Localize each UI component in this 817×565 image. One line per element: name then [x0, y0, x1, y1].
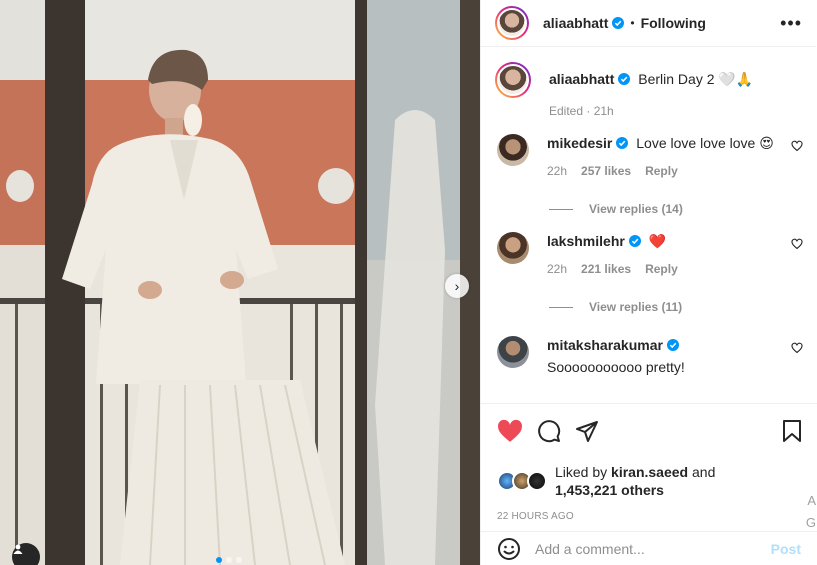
author-avatar[interactable] — [495, 6, 529, 40]
carousel-indicator — [216, 557, 242, 563]
post-header: aliaabhatt • Following ••• — [481, 0, 816, 47]
comment-username[interactable]: mitaksharakumar — [547, 337, 663, 353]
post-photo — [0, 0, 480, 565]
following-button[interactable]: Following — [641, 15, 706, 31]
post-actions: Liked by kiran.saeed and 1,453,221 other… — [481, 403, 817, 522]
comments-list: aliaabhatt Berlin Day 2 🤍🙏 Edited · 21h … — [481, 48, 817, 403]
comment-like-icon[interactable] — [791, 238, 803, 250]
edge-overflow-line: A — [807, 493, 816, 508]
chevron-right-icon: › — [454, 278, 460, 294]
verified-badge-icon — [618, 73, 631, 85]
user-tags-button[interactable] — [12, 543, 40, 565]
liker-avatar[interactable] — [527, 471, 547, 491]
comment-composer: Post — [481, 531, 817, 565]
caption: aliaabhatt Berlin Day 2 🤍🙏 Edited · 21h — [495, 62, 803, 120]
view-replies-button[interactable]: View replies (14) — [549, 202, 803, 216]
liked-by-user[interactable]: kiran.saeed — [611, 464, 688, 480]
edge-overflow-line: G — [805, 515, 816, 530]
liked-by-others[interactable]: 1,453,221 others — [555, 482, 664, 498]
replies-line — [549, 208, 573, 210]
comment-item: lakshmilehr ❤️ 22h 221 likes Reply — [497, 232, 803, 278]
share-icon[interactable] — [575, 419, 599, 443]
comment-item: mitaksharakumar Sooooooooooo pretty! — [497, 336, 803, 376]
user-tag-icon — [13, 544, 23, 554]
comment-like-icon[interactable] — [791, 342, 803, 354]
comment-time: 22h — [547, 164, 568, 178]
emoji-icon[interactable] — [497, 537, 521, 561]
comment-username[interactable]: mikedesir — [547, 135, 612, 151]
comment-time: 22h — [547, 262, 568, 276]
verified-badge-icon — [616, 137, 629, 149]
carousel-dot — [236, 557, 242, 563]
comment-item: mikedesir Love love love love 😍 22h 257 … — [497, 134, 803, 180]
post-side-panel: aliaabhatt • Following ••• aliaabhatt Be… — [480, 0, 817, 565]
author-username[interactable]: aliaabhatt — [543, 15, 608, 31]
comment-reply-button[interactable]: Reply — [645, 162, 678, 180]
comment-likes[interactable]: 221 likes — [581, 260, 631, 278]
comment-text: Love love love love 😍 — [636, 135, 774, 151]
replies-line — [549, 306, 573, 308]
more-horizontal-icon[interactable]: ••• — [780, 13, 802, 34]
comment-text: ❤️ — [648, 233, 667, 249]
comment-like-icon[interactable] — [791, 140, 803, 152]
liked-by-avatars — [497, 471, 549, 491]
bookmark-icon[interactable] — [781, 419, 803, 443]
carousel-next-button[interactable]: › — [445, 274, 469, 298]
caption-avatar[interactable] — [495, 62, 531, 98]
edge-overflow-text: A G — [804, 490, 816, 534]
liked-by-prefix: Liked by — [555, 464, 608, 480]
liked-by: Liked by kiran.saeed and 1,453,221 other… — [497, 463, 803, 499]
carousel-dot — [226, 557, 232, 563]
post-comment-button[interactable]: Post — [771, 541, 801, 557]
view-replies-label: View replies (14) — [589, 202, 683, 216]
heart-filled-icon[interactable] — [497, 419, 523, 443]
comment-reply-button[interactable]: Reply — [645, 260, 678, 278]
comment-text: Sooooooooooo pretty! — [547, 359, 685, 375]
verified-badge-icon — [612, 17, 625, 29]
caption-edited-time: Edited · 21h — [549, 104, 614, 118]
post-timestamp[interactable]: 22 HOURS AGO — [497, 511, 803, 522]
comment-avatar[interactable] — [497, 232, 529, 264]
verified-badge-icon — [666, 339, 679, 351]
view-replies-button[interactable]: View replies (11) — [549, 300, 803, 314]
comment-input[interactable] — [535, 540, 771, 557]
view-replies-label: View replies (11) — [589, 300, 683, 314]
caption-username[interactable]: aliaabhatt — [549, 71, 614, 87]
comment-icon[interactable] — [537, 419, 561, 443]
comment-likes[interactable]: 257 likes — [581, 162, 631, 180]
comment-avatar[interactable] — [497, 134, 529, 166]
comment-avatar[interactable] — [497, 336, 529, 368]
liked-by-and: and — [692, 464, 716, 480]
post-media[interactable]: › — [0, 0, 480, 565]
comment-username[interactable]: lakshmilehr — [547, 233, 625, 249]
verified-badge-icon — [628, 235, 641, 247]
header-separator: • — [630, 16, 635, 30]
carousel-dot — [216, 557, 222, 563]
caption-text: Berlin Day 2 🤍🙏 — [638, 71, 754, 87]
